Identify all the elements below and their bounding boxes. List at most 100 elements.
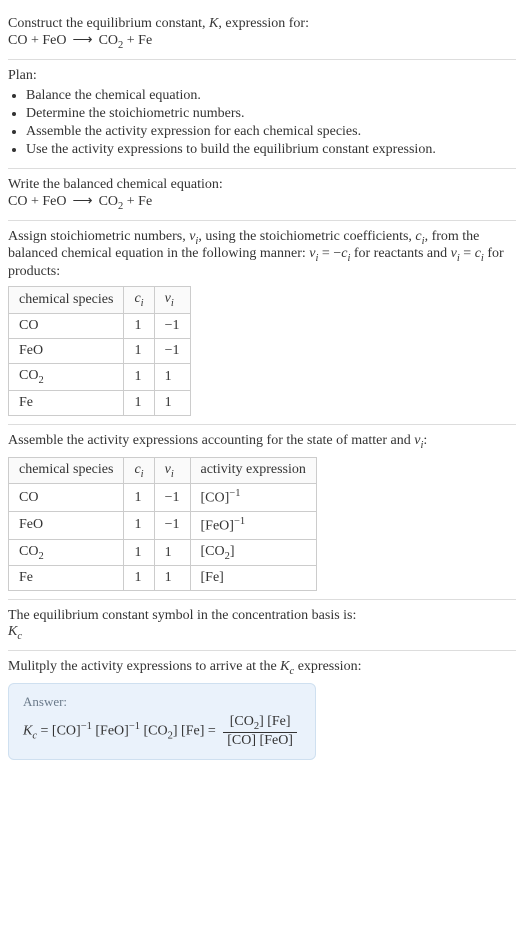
nui-sub: i [171,298,174,309]
num-a: [CO [230,714,254,729]
nui-sub: i [171,468,174,479]
reactant-co: CO [8,194,27,209]
th-activity: activity expression [190,457,316,484]
t: expression: [294,659,361,674]
table-row: Fe 1 1 [9,390,191,415]
plus2: + [123,33,138,48]
plus2: + [123,194,138,209]
table-row: Fe 1 1 [Fe] [9,566,317,591]
term: [CO] [52,724,81,739]
table-row: CO2 1 1 [CO2] [9,539,317,566]
exp: −1 [129,721,140,732]
fraction: [CO2] [Fe][CO] [FeO] [223,714,297,749]
cell-ci: 1 [124,484,154,512]
ci-sub: i [141,298,144,309]
term-b: ] [173,724,178,739]
plan-list: Balance the chemical equation. Determine… [8,88,516,158]
plus: + [27,33,42,48]
cell-nui: 1 [154,363,190,390]
th-nui: νi [154,457,190,484]
eq: = [37,724,52,739]
intro-equation: CO + FeO⟶CO2 + Fe [8,32,516,51]
cell-species: Fe [9,390,124,415]
cell-ci: 1 [124,512,154,540]
answer-label: Answer: [23,694,301,710]
th-species: chemical species [9,287,124,314]
Kc-K: K [280,659,289,674]
symbol-text: The equilibrium constant symbol in the c… [8,608,516,624]
table-row: CO2 1 1 [9,363,191,390]
product-co2-a: CO [99,33,118,48]
base-b: ] [230,544,235,559]
cell-nui: −1 [154,313,190,338]
cell-species: Fe [9,566,124,591]
assemble-section: Assemble the activity expressions accoun… [8,425,516,601]
table-header-row: chemical species ci νi activity expressi… [9,457,317,484]
assign-section: Assign stoichiometric numbers, νi , using… [8,221,516,425]
cell-activity: [CO]−1 [190,484,316,512]
reactant-feo: FeO [42,194,66,209]
intro-section: Construct the equilibrium constant, K, e… [8,8,516,60]
product-fe: Fe [138,194,152,209]
cell-nui: −1 [154,512,190,540]
product-co2-a: CO [99,194,118,209]
cell-species: CO2 [9,539,124,566]
cell-species: CO [9,484,124,512]
assemble-text: Assemble the activity expressions accoun… [8,433,516,451]
t: Assign stoichiometric numbers, [8,229,189,244]
Kc-K: K [8,624,17,639]
cell-activity: [FeO]−1 [190,512,316,540]
arrow-icon: ⟶ [66,193,98,210]
intro-text: Construct the equilibrium constant, [8,16,209,31]
term: [Fe] [181,724,204,739]
denominator: [CO] [FeO] [223,733,297,749]
cell-ci: 1 [124,363,154,390]
cell-nui: −1 [154,484,190,512]
exp: −1 [229,488,240,499]
table-row: CO 1 −1 [CO]−1 [9,484,317,512]
cell-activity: [CO2] [190,539,316,566]
sp-sub: 2 [38,375,43,386]
cell-ci: 1 [124,313,154,338]
term-a: [CO [143,724,167,739]
t: = [460,246,475,261]
cell-ci: 1 [124,390,154,415]
kc-symbol: Kc [8,624,516,642]
t: Mulitply the activity expressions to arr… [8,659,280,674]
K-symbol: K [209,16,218,31]
plan-item: Assemble the activity expression for eac… [26,124,516,140]
ci-sub: i [141,468,144,479]
arrow-icon: ⟶ [66,32,98,49]
colon: : [423,433,427,448]
base: [FeO] [201,519,234,534]
intro-line1: Construct the equilibrium constant, K, e… [8,16,516,32]
cell-ci: 1 [124,539,154,566]
multiply-text: Mulitply the activity expressions to arr… [8,659,516,677]
base-a: [CO [201,544,225,559]
plan-item: Use the activity expressions to build th… [26,142,516,158]
balanced-section: Write the balanced chemical equation: CO… [8,169,516,221]
sp-a: CO [19,544,38,559]
cell-nui: 1 [154,390,190,415]
intro-text-b: , expression for: [218,16,309,31]
sp-a: CO [19,368,38,383]
cell-nui: 1 [154,539,190,566]
t: Assemble the activity expressions accoun… [8,433,414,448]
cell-ci: 1 [124,566,154,591]
balanced-heading: Write the balanced chemical equation: [8,177,516,193]
symbol-section: The equilibrium constant symbol in the c… [8,600,516,651]
t: , using the stoichiometric coefficients, [198,229,415,244]
th-ci: ci [124,287,154,314]
numerator: [CO2] [Fe] [223,714,297,733]
cell-species: FeO [9,512,124,540]
th-ci: ci [124,457,154,484]
sp-sub: 2 [38,550,43,561]
eq2: = [204,724,219,739]
th-nui: νi [154,287,190,314]
th-species: chemical species [9,457,124,484]
table-header-row: chemical species ci νi [9,287,191,314]
reactant-co: CO [8,33,27,48]
balanced-equation: CO + FeO⟶CO2 + Fe [8,193,516,212]
cell-nui: −1 [154,338,190,363]
exp: −1 [234,516,245,527]
